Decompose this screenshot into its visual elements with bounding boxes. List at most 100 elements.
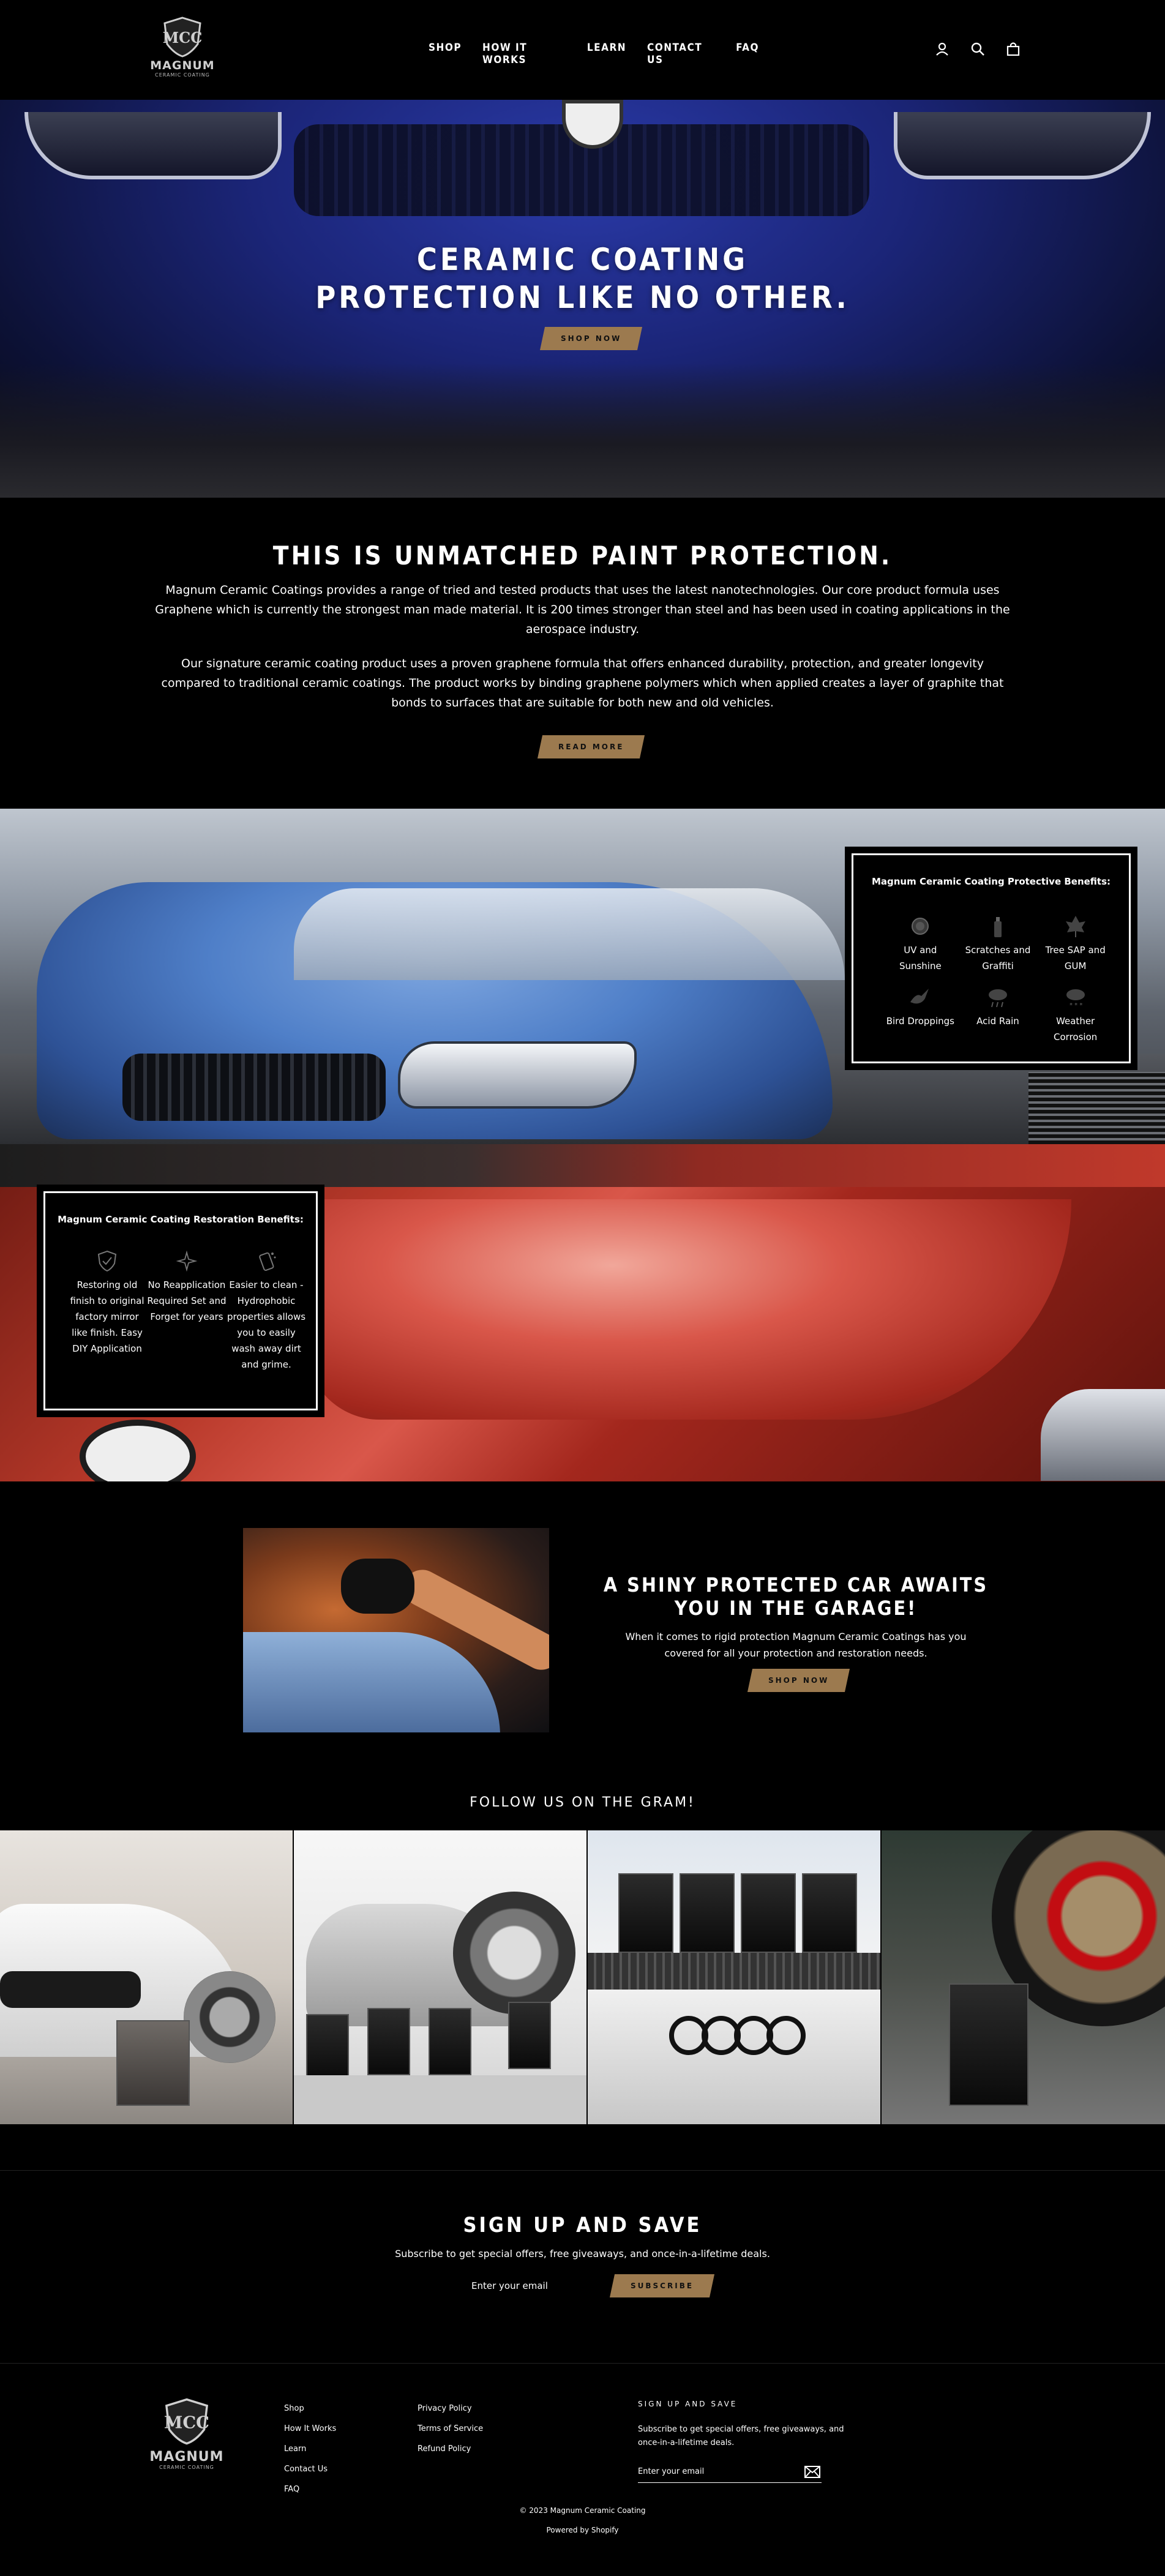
benefit-no-reapplication: No Reapplication Required Set and Forget… [147, 1249, 227, 1372]
bird-icon [910, 989, 929, 1004]
product-box [949, 1983, 1028, 2106]
brand-name: MAGNUM [150, 59, 215, 72]
product-box-1 [618, 1873, 673, 1953]
footer-divider [0, 2363, 1165, 2364]
svg-text:* * *: * * * [1069, 1002, 1082, 1009]
snow-cloud-icon: * * * [1066, 989, 1085, 1009]
white-car-grille [0, 1971, 141, 2008]
blue-car-image [37, 882, 845, 1139]
audi-grille [588, 1953, 880, 1990]
product-box-2 [680, 1873, 735, 1953]
benefit-restoring-finish: Restoring old finish to original factory… [67, 1249, 147, 1372]
footer-newsletter-text: Subscribe to get special offers, free gi… [638, 2425, 844, 2447]
footer-logo[interactable]: MCC MAGNUM CERAMIC COATING [147, 2397, 227, 2470]
nav-contact-us[interactable]: CONTACT US [647, 42, 715, 66]
footer-link-how-it-works[interactable]: How It Works [284, 2419, 336, 2439]
instagram-post-3[interactable] [588, 1830, 882, 2124]
audi-rings [667, 2014, 808, 2057]
sparkle-icon [176, 1250, 198, 1272]
benefit-uv: UV and Sunshine [882, 914, 959, 974]
product-box-1 [306, 2014, 349, 2081]
hero-image-headlight-right [894, 112, 1151, 179]
footer-email-input[interactable] [638, 2461, 822, 2483]
car-grille [122, 1054, 386, 1121]
footer-link-contact-us[interactable]: Contact Us [284, 2459, 336, 2479]
footer-link-shop[interactable]: Shop [284, 2398, 336, 2419]
garage-text: When it comes to rigid protection Magnum… [625, 1631, 967, 1659]
nav-how-it-works[interactable]: HOW IT WORKS [482, 42, 566, 66]
site-header: MCC MAGNUM CERAMIC COATING SHOP HOW IT W… [0, 0, 1165, 100]
footer-link-refund-policy[interactable]: Refund Policy [418, 2439, 483, 2459]
main-nav: SHOP HOW IT WORKS LEARN CONTACT US FAQ [429, 42, 759, 66]
footer-link-terms-of-service[interactable]: Terms of Service [418, 2419, 483, 2439]
footer-link-faq[interactable]: FAQ [284, 2479, 336, 2499]
car-headlight [398, 1041, 637, 1109]
benefit-bird-droppings: Bird Droppings [882, 985, 959, 1045]
product-box-4 [802, 1873, 857, 1953]
nav-learn[interactable]: LEARN [587, 42, 626, 66]
hero-title-line1: CERAMIC COATING [416, 242, 749, 277]
hero-shop-now-button[interactable]: SHOP NOW [539, 327, 643, 350]
footer-brand-name: MAGNUM [149, 2449, 224, 2465]
search-icon[interactable] [969, 40, 986, 58]
signup-text: Subscribe to get special offers, free gi… [395, 2248, 770, 2260]
instagram-post-4[interactable] [882, 1830, 1165, 2124]
benefit-acid-rain: Acid Rain [959, 985, 1037, 1045]
intro-paragraph-2: Our signature ceramic coating product us… [161, 657, 1004, 710]
product-box-2 [367, 2008, 410, 2075]
red-car-top-strip [0, 1144, 1165, 1187]
red-car-hood-image [306, 1199, 1071, 1420]
benefit-tree-sap: Tree SAP and GUM [1036, 914, 1114, 974]
racecar-wheel [453, 1892, 575, 2014]
intro-paragraph-1: Magnum Ceramic Coatings provides a range… [155, 583, 1010, 636]
hero-banner: CERAMIC COATING PROTECTION LIKE NO OTHER… [0, 100, 1165, 498]
instagram-post-2[interactable] [294, 1830, 588, 2124]
product-box-4 [508, 2002, 551, 2069]
leaf-icon [1065, 916, 1085, 937]
svg-text:MCC: MCC [163, 29, 203, 47]
garage-title: A SHINY PROTECTED CAR AWAITS YOU IN THE … [588, 1573, 1004, 1620]
instagram-post-1[interactable] [0, 1830, 294, 2124]
nav-faq[interactable]: FAQ [736, 42, 759, 66]
floor [294, 2075, 586, 2124]
page: MCC MAGNUM CERAMIC COATING SHOP HOW IT W… [0, 0, 1165, 2576]
grate-image [1028, 1072, 1165, 1144]
benefit-scratches: Scratches and Graffiti [959, 914, 1037, 974]
account-icon[interactable] [934, 40, 951, 58]
product-box [116, 2020, 190, 2106]
instagram-grid [0, 1830, 1165, 2124]
detailing-glove [341, 1559, 414, 1614]
section-divider [0, 2170, 1165, 2171]
brand-logo[interactable]: MCC MAGNUM CERAMIC COATING [146, 16, 219, 83]
white-car-wheel [184, 1971, 275, 2063]
envelope-icon[interactable] [804, 2466, 820, 2478]
footer-link-privacy-policy[interactable]: Privacy Policy [418, 2398, 483, 2419]
spray-can-icon [994, 917, 1002, 937]
brand-tagline: CERAMIC COATING [155, 72, 210, 78]
garage-shop-now-button[interactable]: SHOP NOW [747, 1669, 850, 1692]
detailing-car [243, 1632, 500, 1732]
benefit-easier-to-clean: Easier to clean - Hydrophobic properties… [227, 1249, 306, 1372]
product-box-3 [741, 1873, 796, 1953]
instagram-title: FOLLOW US ON THE GRAM! [470, 1795, 695, 1810]
footer-newsletter-title: SIGN UP AND SAVE [638, 2400, 738, 2408]
shield-logo-icon: MCC [163, 17, 203, 58]
signup-email-input[interactable] [465, 2274, 612, 2298]
garage-section: A SHINY PROTECTED CAR AWAITS YOU IN THE … [0, 1481, 1165, 1800]
nav-shop[interactable]: SHOP [429, 42, 462, 66]
hero-image-headlight-left [24, 112, 282, 179]
powered-by-link[interactable]: Powered by Shopify [0, 2526, 1165, 2534]
read-more-button[interactable]: READ MORE [537, 735, 645, 758]
restoration-benefits-list: Restoring old finish to original factory… [67, 1249, 306, 1372]
restoration-benefits-box: Magnum Ceramic Coating Restoration Benef… [37, 1185, 324, 1417]
subscribe-button[interactable]: SUBSCRIBE [609, 2274, 715, 2297]
cart-icon[interactable] [1005, 40, 1022, 58]
footer-brand-tagline: CERAMIC COATING [159, 2465, 214, 2470]
garage-title-line2: YOU IN THE GARAGE! [674, 1597, 918, 1620]
footer-link-learn[interactable]: Learn [284, 2439, 336, 2459]
red-car-badge [80, 1420, 196, 1481]
hero-title: CERAMIC COATING PROTECTION LIKE NO OTHER… [0, 241, 1165, 316]
wash-icon [259, 1252, 276, 1271]
protective-benefits-list: UV and Sunshine Scratches and Graffiti T… [882, 914, 1114, 1045]
shield-logo-icon: MCC [164, 2398, 209, 2445]
